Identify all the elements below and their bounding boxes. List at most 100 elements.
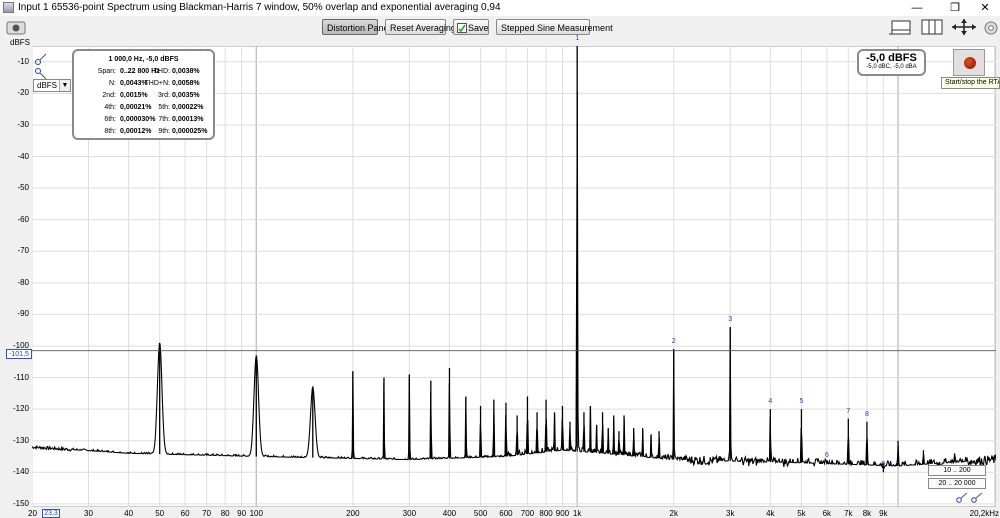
harmonic-label: 2 — [671, 338, 676, 346]
reset-averaging-button[interactable]: Reset Averaging — [385, 19, 456, 35]
y-tick-label: -130 — [12, 435, 29, 445]
x-tick-label: 30 — [84, 509, 93, 518]
stats-value: 0,000025% — [172, 128, 208, 135]
level-display: -5,0 dBFS -5,0 dBC, -5,0 dBA — [857, 49, 926, 76]
camera-icon[interactable] — [5, 20, 27, 36]
x-min-label[interactable]: 23,3 — [42, 509, 60, 518]
stats-label: Span: — [97, 68, 116, 75]
x-zoom-out-icon[interactable] — [970, 492, 984, 504]
x-tick-label: 100 — [249, 509, 263, 518]
save-icon — [457, 22, 467, 38]
x-tick-label: 40 — [124, 509, 134, 518]
x-tick-label: 7k — [844, 509, 853, 518]
zoom-in-icon[interactable] — [34, 53, 48, 67]
x-tick-label: 400 — [442, 509, 457, 518]
harmonic-label: 1 — [575, 35, 580, 42]
distortion-panel-button[interactable]: Distortion Panel — [322, 19, 391, 35]
x-tick-label: 3k — [726, 509, 735, 518]
y-tick-label: -50 — [17, 183, 29, 193]
y-tick-label: -140 — [12, 467, 29, 477]
zoom-fit-icon[interactable] — [951, 18, 976, 35]
record-icon — [964, 57, 976, 69]
window-title: Input 1 65536-point Spectrum using Black… — [18, 2, 501, 13]
stats-label: 6th: — [104, 116, 116, 123]
stats-label: 4th: — [104, 104, 116, 111]
save-button[interactable]: Save — [453, 19, 489, 35]
stats-value: 0,0035% — [172, 92, 200, 99]
y-tick-label: -20 — [17, 88, 29, 98]
stats-header: 1 000,0 Hz, -5,0 dBFS — [108, 56, 179, 63]
harmonic-label: 8 — [864, 410, 869, 418]
maximize-button[interactable]: ❐ — [940, 0, 970, 16]
grid-layout-icon[interactable] — [920, 18, 943, 35]
x-tick-label: 50 — [155, 509, 165, 518]
x-tick-label: 8k — [862, 509, 872, 518]
y-axis-unit: dBFS — [10, 38, 31, 47]
level-main: -5,0 dBFS — [866, 52, 917, 64]
stats-label: 2nd: — [102, 92, 116, 99]
x-tick-label: 5k — [797, 509, 806, 518]
x-tick-label: 300 — [402, 509, 417, 518]
x-tick-label: 70 — [202, 509, 212, 518]
settings-icon[interactable] — [983, 20, 1000, 36]
y-tick-label: -90 — [17, 309, 29, 319]
rta-start-stop-button[interactable] — [953, 49, 985, 76]
zoom-out-icon[interactable] — [34, 66, 48, 80]
harmonic-label: 3 — [728, 316, 733, 324]
harmonic-label: 9 — [881, 461, 886, 469]
stats-label: 7th: — [158, 116, 170, 123]
stats-value: 0,00022% — [172, 104, 204, 111]
x-tick-label: 60 — [180, 509, 190, 518]
y-tick-label: -30 — [17, 119, 29, 129]
unit-dropdown[interactable]: dBFS ▼ — [33, 79, 71, 92]
y-tick-label: -10 — [17, 56, 29, 66]
title-bar: Input 1 65536-point Spectrum using Black… — [0, 0, 1000, 16]
range-preset-1-button[interactable]: 10 .. 200 — [928, 465, 986, 476]
x-tick-label: 20 — [28, 509, 37, 518]
x-tick-label: 600 — [499, 509, 513, 518]
stats-label: 5th: — [158, 104, 170, 111]
save-label: Save — [468, 23, 489, 33]
chevron-down-icon: ▼ — [59, 80, 70, 91]
distortion-stats-panel: 1 000,0 Hz, -5,0 dBFS Span: 0..22 800 Hz T… — [72, 49, 215, 140]
y-tick-label: -120 — [12, 404, 29, 414]
stepped-sine-button[interactable]: Stepped Sine Measurement — [496, 19, 613, 35]
harmonic-label: 7 — [846, 407, 851, 415]
stats-label: N: — [109, 80, 116, 87]
stats-label: 8th: — [104, 128, 116, 135]
stats-value: 0,0038% — [172, 68, 200, 75]
x-tick-label: 90 — [237, 509, 247, 518]
rta-tooltip: Start/stop the RTA — [941, 77, 1000, 89]
stats-label: THD: — [153, 68, 170, 75]
stats-value: 0,0058% — [172, 80, 200, 87]
x-tick-label: 80 — [220, 509, 230, 518]
harmonic-label: 4 — [768, 398, 773, 406]
stats-label: THD+N: — [144, 80, 170, 87]
x-tick-label: 700 — [520, 509, 535, 518]
stats-label: 3rd: — [157, 92, 170, 99]
level-sub: -5,0 dBC, -5,0 dBA — [866, 64, 917, 70]
stats-value: 0,00013% — [172, 116, 204, 123]
x-tick-label: 6k — [822, 509, 832, 518]
x-tick-label: 500 — [473, 509, 488, 518]
y-tick-label: -100 — [12, 340, 29, 350]
y-tick-label: -70 — [17, 246, 29, 256]
cursor-level-label[interactable]: -101,5 — [6, 349, 32, 359]
close-button[interactable]: ✕ — [970, 0, 1000, 16]
harmonic-label: 5 — [799, 398, 804, 406]
app-icon — [3, 2, 14, 13]
x-tick-label: 800 — [539, 509, 553, 518]
minimize-button[interactable]: — — [902, 0, 932, 16]
x-tick-label: 200 — [346, 509, 360, 518]
harmonic-label: 6 — [824, 451, 829, 459]
x-tick-label: 4k — [766, 509, 775, 518]
x-zoom-in-icon[interactable] — [955, 492, 969, 504]
graph-layout-icon[interactable] — [888, 18, 911, 35]
x-tick-label: 9k — [879, 509, 888, 518]
unit-dropdown-value: dBFS — [37, 81, 58, 90]
y-tick-label: -110 — [13, 372, 29, 382]
y-tick-label: -60 — [17, 214, 29, 224]
x-tick-label: 1k — [572, 509, 582, 518]
x-tick-label: 2k — [669, 509, 678, 518]
range-preset-2-button[interactable]: 20 .. 20 000 — [928, 478, 986, 489]
